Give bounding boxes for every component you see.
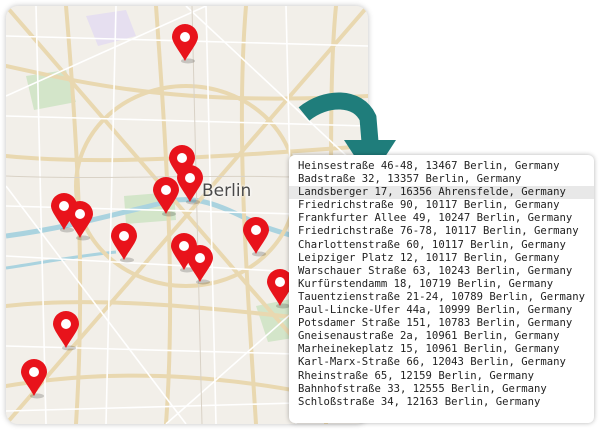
address-list: Heinsestraße 46-48, 13467 Berlin, German… [289,160,594,409]
map-marker-icon[interactable] [111,223,137,263]
address-row[interactable]: Rheinstraße 65, 12159 Berlin, Germany [289,370,594,383]
address-row[interactable]: Friedrichstraße 76-78, 10117 Berlin, Ger… [289,225,594,238]
map-marker-icon[interactable] [67,201,93,241]
map-marker-icon[interactable] [243,217,269,257]
address-row[interactable]: Charlottenstraße 60, 10117 Berlin, Germa… [289,239,594,252]
map-marker-icon[interactable] [177,165,203,205]
address-row[interactable]: Badstraße 32, 13357 Berlin, Germany [289,173,594,186]
address-row[interactable]: Marheinekeplatz 15, 10961 Berlin, German… [289,343,594,356]
map-marker-icon[interactable] [21,359,47,399]
address-row[interactable]: Gneisenaustraße 2a, 10961 Berlin, German… [289,330,594,343]
address-row[interactable]: Friedrichstraße 90, 10117 Berlin, German… [289,199,594,212]
map-marker-icon[interactable] [172,24,198,64]
address-row[interactable]: Frankfurter Allee 49, 10247 Berlin, Germ… [289,212,594,225]
address-row[interactable]: Tauentzienstraße 21-24, 10789 Berlin, Ge… [289,291,594,304]
address-row[interactable]: Leipziger Platz 12, 10117 Berlin, German… [289,252,594,265]
address-row[interactable]: Karl-Marx-Straße 66, 12043 Berlin, Germa… [289,356,594,369]
map-marker-icon[interactable] [53,311,79,351]
map-marker-icon[interactable] [153,177,179,217]
address-row[interactable]: Kurfürstendamm 18, 10719 Berlin, Germany [289,278,594,291]
map-marker-icon[interactable] [187,245,213,285]
address-row[interactable]: Heinsestraße 46-48, 13467 Berlin, German… [289,160,594,173]
address-row[interactable]: Schloßstraße 34, 12163 Berlin, Germany [289,396,594,409]
address-row[interactable]: Warschauer Straße 63, 10243 Berlin, Germ… [289,265,594,278]
address-row[interactable]: Paul-Lincke-Ufer 44a, 10999 Berlin, Germ… [289,304,594,317]
address-list-panel[interactable]: Heinsestraße 46-48, 13467 Berlin, German… [289,155,594,423]
address-row[interactable]: Potsdamer Straße 151, 10783 Berlin, Germ… [289,317,594,330]
address-row[interactable]: Landsberger 17, 16356 Ahrensfelde, Germa… [289,186,594,200]
address-row[interactable]: Bahnhofstraße 33, 12555 Berlin, Germany [289,383,594,396]
